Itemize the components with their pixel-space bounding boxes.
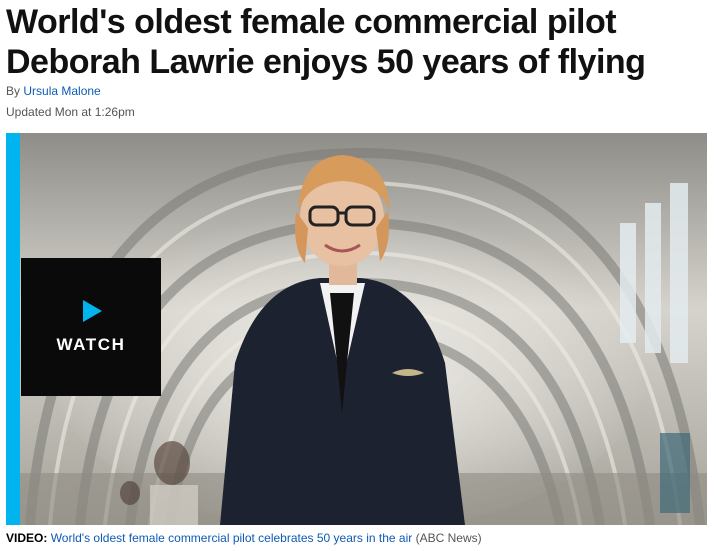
caption-prefix: VIDEO: xyxy=(6,531,48,545)
article-headline: World's oldest female commercial pilot D… xyxy=(6,3,646,81)
caption-source: (ABC News) xyxy=(415,531,482,545)
author-link[interactable]: Ursula Malone xyxy=(23,84,100,98)
watch-label: WATCH xyxy=(56,334,126,354)
updated-timestamp: Updated Mon at 1:26pm xyxy=(6,105,135,119)
video-caption: VIDEO: World's oldest female commercial … xyxy=(6,531,482,545)
byline: By Ursula Malone xyxy=(6,84,101,98)
video-player[interactable]: WATCH xyxy=(6,133,707,525)
media-accent-bar xyxy=(6,133,20,525)
watch-button[interactable]: WATCH xyxy=(21,258,161,396)
caption-link[interactable]: World's oldest female commercial pilot c… xyxy=(51,531,413,545)
byline-prefix: By xyxy=(6,84,21,98)
play-icon xyxy=(82,299,102,322)
